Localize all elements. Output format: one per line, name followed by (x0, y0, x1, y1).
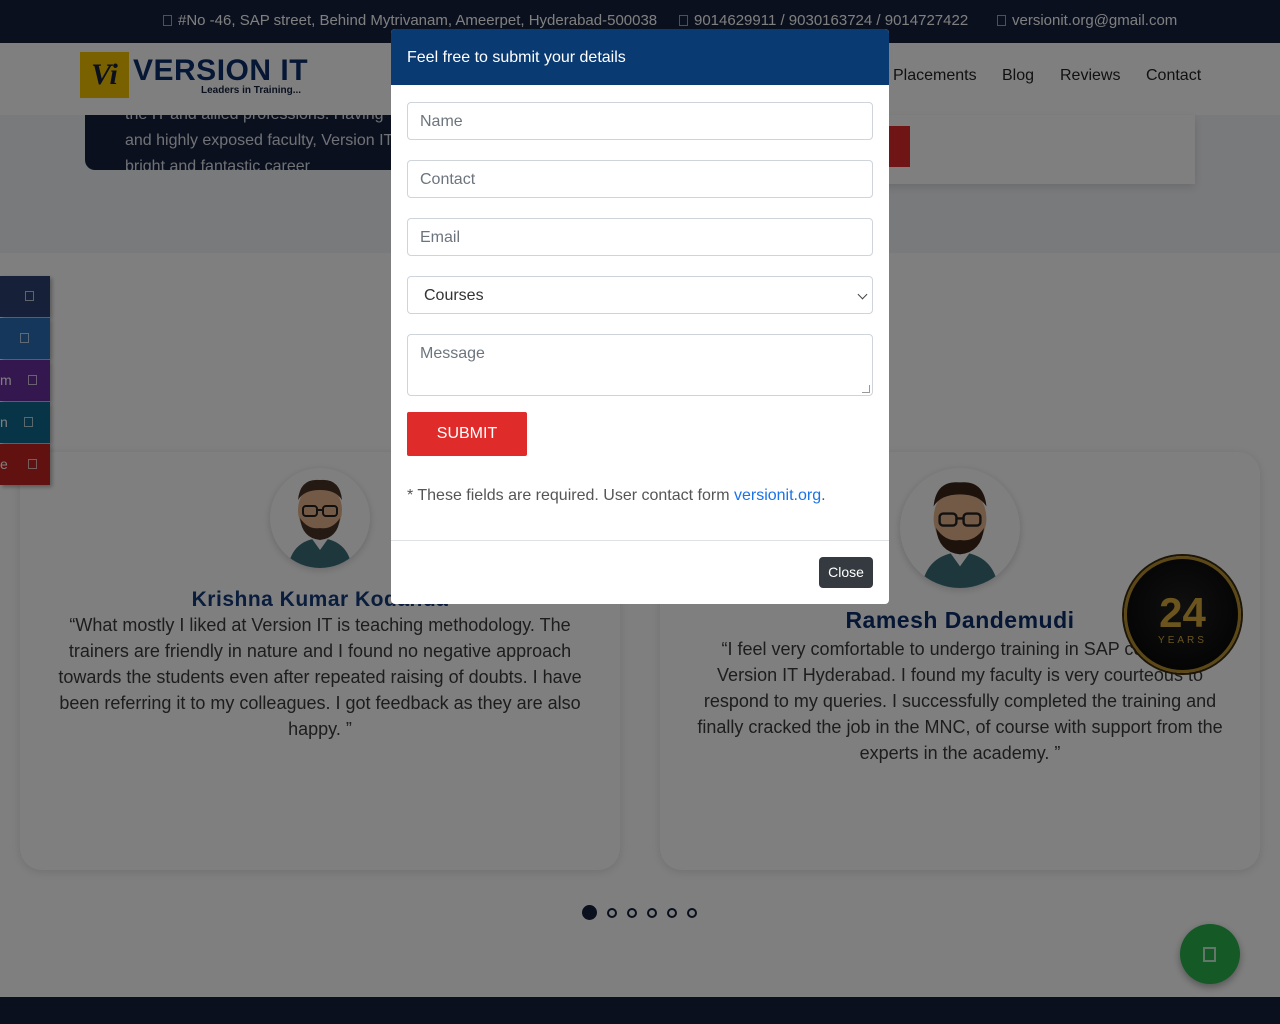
close-button[interactable]: Close (819, 557, 873, 588)
name-input[interactable]: Name (407, 102, 873, 140)
contact-input[interactable]: Contact (407, 160, 873, 198)
email-input[interactable]: Email (407, 218, 873, 256)
note-end: . (821, 487, 826, 504)
courses-select[interactable]: Courses (407, 276, 873, 314)
resize-handle[interactable] (862, 385, 870, 393)
note-text: * These fields are required. User contac… (407, 487, 734, 504)
message-textarea[interactable]: Message (407, 334, 873, 396)
message-placeholder: Message (420, 345, 485, 362)
versionit-link[interactable]: versionit.org (734, 487, 821, 504)
modal-title: Feel free to submit your details (407, 49, 626, 66)
chevron-down-icon (857, 289, 868, 300)
required-note: * These fields are required. User contac… (407, 487, 826, 505)
enquiry-modal: Feel free to submit your details Name Co… (391, 29, 889, 604)
modal-footer: Close (391, 540, 889, 604)
courses-selected-value: Courses (424, 287, 484, 304)
modal-header: Feel free to submit your details (391, 29, 889, 85)
submit-button[interactable]: SUBMIT (407, 412, 527, 456)
